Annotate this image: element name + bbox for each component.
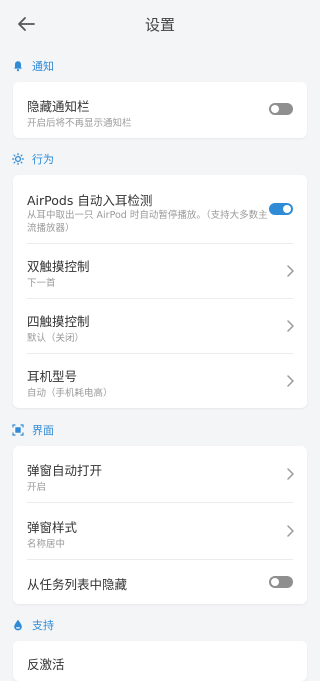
section-title: 界面 <box>32 424 54 437</box>
setting-title: 反激活 <box>27 657 65 672</box>
setting-hide-from-recents[interactable]: 从任务列表中隐藏 <box>13 560 307 604</box>
card-notify: 隐藏通知栏 开启后将不再显示通知栏 <box>13 82 307 138</box>
setting-subtitle: 默认（关闭） <box>27 333 85 344</box>
section-title: 支持 <box>32 619 54 632</box>
section-header-behavior: 行为 <box>12 149 54 169</box>
card-ui: 弹窗自动打开 开启 弹窗样式 名称居中 从任务列表中隐藏 <box>13 446 307 604</box>
card-support: 反激活 <box>13 641 307 681</box>
page-title: 设置 <box>144 16 175 34</box>
section-header-support: 支持 <box>12 615 54 635</box>
setting-deactivate[interactable]: 反激活 <box>13 641 307 681</box>
section-header-notify: 通知 <box>12 56 54 76</box>
section-title: 通知 <box>32 60 54 73</box>
setting-title: AirPods 自动入耳检测 <box>27 193 153 208</box>
chevron-right-icon <box>287 375 294 387</box>
card-behavior: AirPods 自动入耳检测 从耳中取出一只 AirPod 时自动暂停播放。（支… <box>13 175 307 408</box>
section-header-ui: 界面 <box>12 420 54 440</box>
setting-title: 隐藏通知栏 <box>27 99 90 114</box>
section-title: 行为 <box>32 153 54 166</box>
setting-title: 从任务列表中隐藏 <box>27 577 128 592</box>
sun-icon <box>12 153 24 165</box>
hide-notification-toggle[interactable] <box>269 103 293 115</box>
chevron-right-icon <box>287 525 294 537</box>
app-bar: 设置 <box>0 0 320 48</box>
chevron-right-icon <box>287 265 294 277</box>
airpods-ear-detection-toggle[interactable] <box>269 203 293 215</box>
drop-icon <box>14 619 22 631</box>
setting-subtitle: 开启 <box>27 482 47 493</box>
setting-title: 弹窗自动打开 <box>27 463 103 478</box>
setting-subtitle: 名称居中 <box>27 539 66 550</box>
frame-icon <box>12 424 24 436</box>
setting-title: 四触摸控制 <box>27 314 90 329</box>
setting-title: 弹窗样式 <box>27 520 78 535</box>
setting-popup-auto-open[interactable]: 弹窗自动打开 开启 <box>13 446 307 502</box>
setting-subtitle: 下一首 <box>27 278 56 289</box>
setting-subtitle: 自动（手机耗电高） <box>27 388 113 399</box>
setting-title: 耳机型号 <box>27 369 78 384</box>
setting-airpods-ear-detection[interactable]: AirPods 自动入耳检测 从耳中取出一只 AirPod 时自动暂停播放。（支… <box>13 175 307 243</box>
setting-earphone-model[interactable]: 耳机型号 自动（手机耗电高） <box>13 354 307 408</box>
setting-popup-style[interactable]: 弹窗样式 名称居中 <box>13 503 307 559</box>
bell-icon <box>14 61 22 72</box>
setting-hide-notification[interactable]: 隐藏通知栏 开启后将不再显示通知栏 <box>13 82 307 138</box>
setting-double-tap[interactable]: 双触摸控制 下一首 <box>13 244 307 298</box>
setting-title: 双触摸控制 <box>27 259 90 274</box>
setting-subtitle: 开启后将不再显示通知栏 <box>27 118 132 129</box>
setting-subtitle: 从耳中取出一只 AirPod 时自动暂停播放。（支持大多数主流播放器） <box>27 210 268 234</box>
setting-quad-tap[interactable]: 四触摸控制 默认（关闭） <box>13 299 307 353</box>
hide-from-recents-toggle[interactable] <box>269 576 293 588</box>
chevron-right-icon <box>287 320 294 332</box>
chevron-right-icon <box>287 468 294 480</box>
